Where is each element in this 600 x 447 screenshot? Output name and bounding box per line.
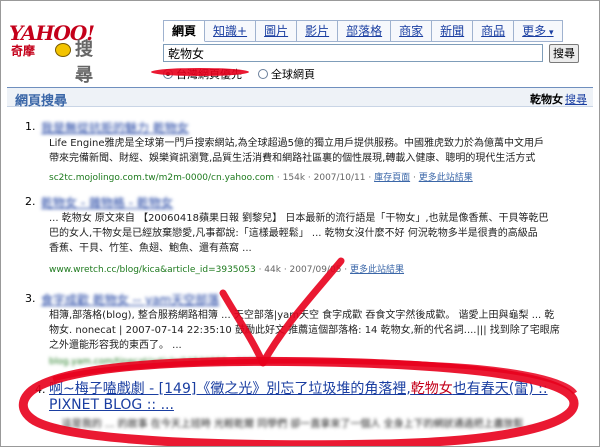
section-query: 乾物女 (530, 93, 563, 106)
section-search-link[interactable]: 搜尋 (565, 93, 587, 106)
search-results-page: YAHOO! 奇摩 搜尋 網頁 知識+ 圖片 影片 部落格 商家 新聞 商品 更… (0, 0, 600, 447)
vertical-tabs: 網頁 知識+ 圖片 影片 部落格 商家 新聞 商品 更多 (163, 20, 563, 42)
snippet-line: 物女. nonecat | 2007-07-14 22:35:10 鼓勵此好文 … (49, 325, 560, 336)
result-4-snippet: ... 這是我的 ... 的故事 在今天上班時 光輕乾爾 同學們 卻一直拿來了一… (49, 419, 537, 430)
snippet-line: 巴的女人,干物女是已經放棄戀愛,凡事都說:「這樣最輕鬆」 ... 乾物女沒什麼不… (49, 228, 538, 239)
more-from-site-link[interactable]: 更多此站結果 (350, 265, 404, 275)
snippet-line: ... 乾物女 原文來自 【20060418蘋果日報 劉黎兒】 日本最新的流行語… (49, 213, 549, 224)
result-meta: www.wretch.cc/blog/kica&article_id=39350… (49, 262, 404, 275)
red-marker-underline (151, 68, 249, 76)
smiley-badge-icon (55, 43, 71, 57)
tab-news[interactable]: 新聞 (432, 20, 474, 42)
result-number: 3. (25, 292, 36, 305)
snippet-line: 帶來完備新聞、財經、娛樂資訊瀏覽,品質生活消費和網路社區裏的個性展現,轉載入健康… (49, 153, 536, 164)
logo-sub: 奇摩 (11, 44, 36, 58)
tab-video[interactable]: 影片 (297, 20, 339, 42)
result-url: sc2tc.mojolingo.com.tw/m2m-0000/cn.yahoo… (49, 173, 275, 183)
tab-shopping[interactable]: 商品 (473, 20, 515, 42)
tab-blogs[interactable]: 部落格 (338, 20, 392, 42)
snippet-line: 相簿,部落格(blog), 整合服務網路相簿 ... 天空部落|yam天空 食字… (49, 310, 555, 321)
more-from-site-link[interactable]: 更多此站結果 (419, 173, 473, 183)
search-input[interactable] (163, 44, 543, 62)
result-number: 1. (25, 120, 36, 133)
tab-knowledge[interactable]: 知識+ (205, 20, 257, 42)
result-title-link[interactable]: 我是無從抗拒的魅力 乾物女 (41, 119, 189, 136)
snippet-line: 香蕉、干貝、竹笙、魚翅、鮑魚、還有燕窩 ... (49, 243, 252, 254)
tab-local[interactable]: 商家 (391, 20, 433, 42)
result-title-link[interactable]: 食字成歡 乾物女 -- yam天空部落 (41, 291, 219, 308)
web-search-header: 網頁搜尋 乾物女 搜尋 (7, 87, 593, 109)
tab-images[interactable]: 圖片 (256, 20, 298, 42)
logo-search-label: 搜尋 (75, 39, 93, 86)
result-4-title-link[interactable]: 啊~梅子嗑戲劇 - [149]《黴之光》別忘了垃圾堆的角落裡,乾物女也有春天(雷… (49, 381, 569, 413)
result-meta: sc2tc.mojolingo.com.tw/m2m-0000/cn.yahoo… (49, 173, 473, 183)
cache-link[interactable]: 庫存頁面 (374, 173, 410, 183)
result-snippet: Life Engine雅虎是全球第一門戶搜索網站,為全球超過5億的獨立用戶提供服… (49, 136, 594, 166)
yahoo-logo[interactable]: YAHOO! 奇摩 搜尋 (9, 21, 107, 86)
search-button[interactable]: 搜尋 (549, 44, 579, 63)
radio-global[interactable] (258, 69, 268, 79)
result-size-date: · 2007/07 · (227, 357, 280, 367)
result-4-title-before: 啊~梅子嗑戲劇 - [149]《黴之光》別忘了垃圾堆的角落裡, (49, 381, 411, 397)
result-title-link[interactable]: 乾物女 - 雜物格 - 乾物女 (41, 194, 173, 211)
snippet-line: 之外還能形容我的東西了。 ... (49, 340, 182, 351)
result-snippet: ... 乾物女 原文來自 【20060418蘋果日報 劉黎兒】 日本最新的流行語… (49, 211, 594, 256)
result-snippet: 相簿,部落格(blog), 整合服務網路相簿 ... 天空部落|yam天空 食字… (49, 308, 594, 353)
tab-more[interactable]: 更多 (514, 20, 563, 42)
result-url: blog.yam.com/tinecat/article/10536555 (49, 357, 228, 367)
result-number: 2. (25, 195, 36, 208)
result-4-title-highlight: 乾物女 (410, 381, 453, 397)
radio-global-label[interactable]: 全球網頁 (271, 66, 315, 82)
result-meta: blog.yam.com/tinecat/article/10536555 · … (49, 357, 279, 367)
result-number: 4. (35, 383, 46, 396)
section-query-label: 乾物女 搜尋 (530, 91, 587, 107)
result-url: www.wretch.cc/blog/kica&article_id=39350… (49, 265, 256, 275)
result-size-date: · 154k · 2007/10/11 · (274, 173, 375, 183)
tab-web[interactable]: 網頁 (163, 20, 206, 42)
section-title: 網頁搜尋 (15, 94, 68, 109)
result-size-date: · 44k · 2007/09/05 · (255, 265, 351, 275)
snippet-line: Life Engine雅虎是全球第一門戶搜索網站,為全球超過5億的獨立用戶提供服… (49, 138, 545, 149)
